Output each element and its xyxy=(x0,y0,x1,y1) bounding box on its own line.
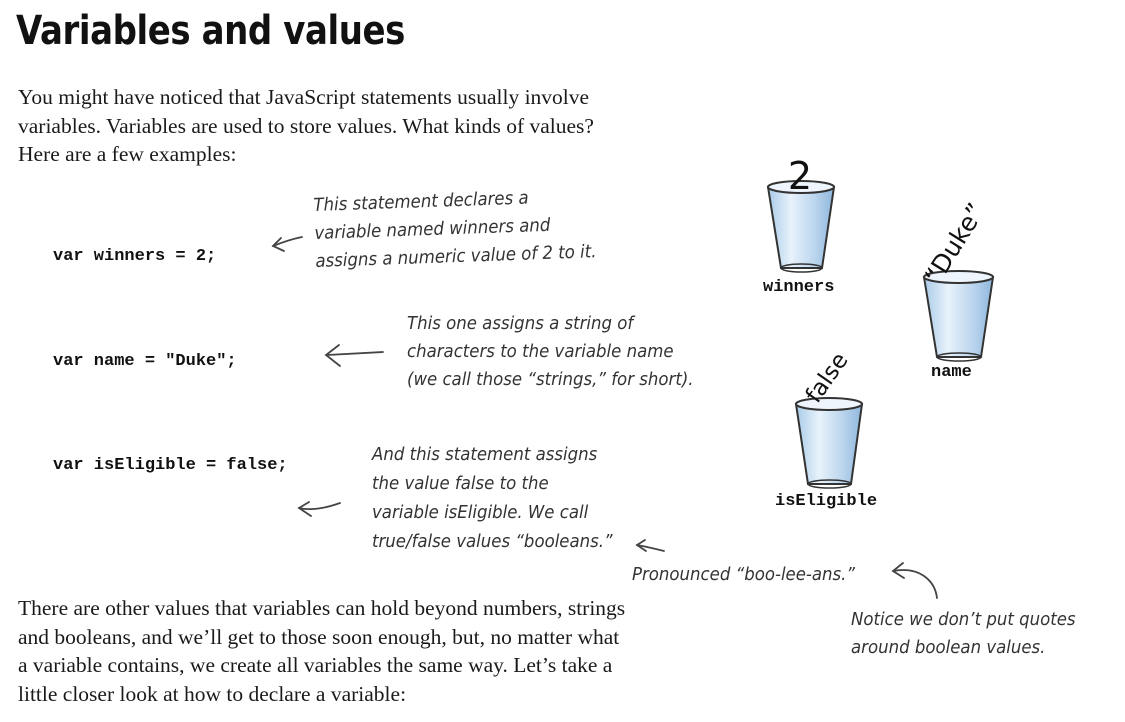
cup-value-winners: 2 xyxy=(788,154,812,198)
illustration-layer: 2 “Duke” false xyxy=(271,154,995,599)
arrow-name xyxy=(326,351,384,356)
cup-name-icon xyxy=(922,270,995,362)
cup-label-name: name xyxy=(931,363,972,382)
cup-label-iseligible: isEligible xyxy=(775,492,878,511)
cup-iseligible-icon xyxy=(794,397,864,489)
cup-label-winners: winners xyxy=(763,278,835,297)
